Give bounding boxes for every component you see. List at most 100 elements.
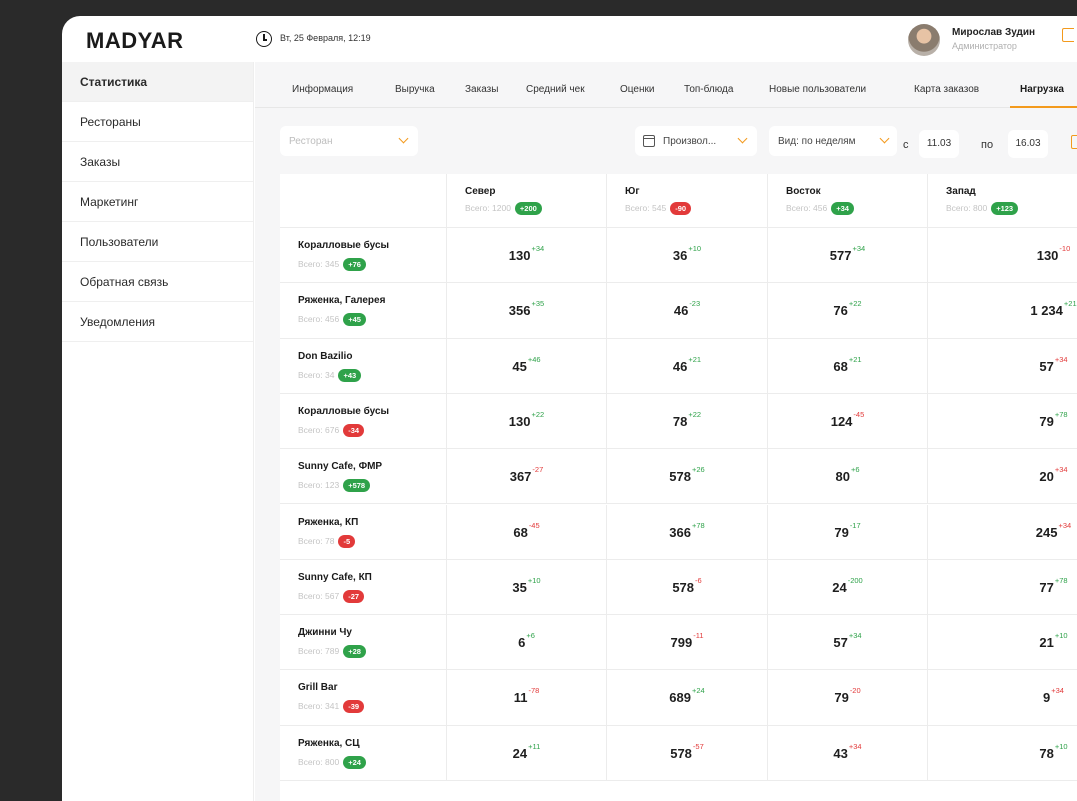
load-value-cell: 78+22 (607, 393, 768, 449)
load-delta: +22 (688, 409, 702, 419)
load-number: 57 (833, 635, 848, 651)
column-delta-badge: +123 (991, 202, 1019, 215)
load-delta: +21 (848, 354, 862, 364)
load-delta: +11 (528, 741, 541, 751)
sidebar-item-feedback[interactable]: Обратная связь (62, 262, 253, 302)
sidebar-item-restaurants[interactable]: Рестораны (62, 102, 253, 142)
tab-new-users[interactable]: Новые пользователи (769, 84, 866, 95)
load-value: 68+21 (768, 354, 927, 376)
view-select-value: Вид: по неделям (778, 136, 856, 147)
load-value-cell: 79+78 (928, 394, 1077, 448)
view-select[interactable]: Вид: по неделям (769, 126, 897, 156)
avatar[interactable] (908, 24, 940, 56)
load-value: 130+34 (447, 244, 606, 265)
load-number: 24 (832, 579, 847, 595)
column-total: Всего: 1200 +200 (465, 202, 542, 215)
load-value-cell: 46-23 (607, 283, 768, 338)
load-number: 124 (830, 413, 853, 429)
load-delta: -200 (847, 575, 863, 585)
logout-icon[interactable] (1062, 28, 1074, 42)
load-value-cell: 68+21 (768, 338, 928, 393)
load-value-cell: 57+34 (928, 339, 1077, 393)
load-value-cell: 356+35 (447, 283, 607, 338)
load-value-cell: 577+34 (768, 228, 928, 283)
column-name: Запад (946, 186, 976, 197)
sidebar-item-notifications[interactable]: Уведомления (62, 302, 253, 342)
load-value: 130-10 (928, 244, 1077, 265)
chevron-down-icon (398, 133, 409, 144)
restaurant-select-placeholder: Ресторан (289, 136, 333, 147)
tab-ratings[interactable]: Оценки (620, 84, 654, 95)
tab-order-map[interactable]: Карта заказов (914, 84, 979, 95)
restaurant-delta-badge: -34 (343, 423, 365, 437)
load-value: 79-20 (768, 686, 927, 707)
column-header: Запад Всего: 800 +123 (928, 174, 1077, 227)
load-number: 80 (835, 469, 850, 485)
load-delta: +34 (852, 244, 866, 253)
load-value: 245+34 (928, 521, 1077, 542)
load-value: 367-27 (447, 465, 606, 486)
load-delta: +78 (1054, 409, 1068, 419)
sidebar-item-orders[interactable]: Заказы (62, 142, 253, 182)
load-value-cell: 36+10 (607, 228, 768, 283)
tab-average-check[interactable]: Средний чек (526, 84, 585, 95)
load-delta: +6 (526, 631, 535, 641)
load-value-cell: 24+11 (447, 725, 607, 780)
load-number: 68 (513, 524, 528, 540)
tab-orders[interactable]: Заказы (465, 84, 498, 95)
calendar-picker-icon[interactable] (1071, 135, 1077, 149)
restaurant-name: Sunny Cafe, КП (298, 571, 372, 583)
load-value-cell: 79-17 (768, 504, 928, 559)
tab-top-dishes[interactable]: Топ-блюда (684, 84, 733, 95)
column-total: Всего: 545 -90 (625, 202, 692, 215)
restaurant-cell: Grill Bar Всего: 341 -39 (280, 670, 447, 725)
restaurant-total: Всего: 341 -39 (298, 700, 365, 714)
load-number: 46 (673, 303, 689, 319)
load-delta: +78 (691, 520, 705, 530)
tab-load[interactable]: Нагрузка (1020, 84, 1064, 95)
restaurant-name: Ряженка, КП (298, 516, 359, 528)
restaurant-cell: Ряженка, КП Всего: 78 -5 (280, 504, 447, 559)
column-delta-badge: +200 (514, 202, 542, 215)
load-value-cell: 130+22 (447, 393, 607, 449)
calendar-icon (643, 135, 655, 147)
load-value: 356+35 (447, 299, 606, 320)
table-row: Don Bazilio Всего: 34 +43 45+46 46+21 68+21 57… (280, 338, 1077, 394)
load-value: 21+10 (928, 631, 1077, 652)
load-value: 78+22 (607, 409, 767, 431)
load-number: 6 (518, 635, 526, 651)
column-name: Восток (786, 186, 821, 197)
sidebar-item-marketing[interactable]: Маркетинг (62, 182, 253, 222)
restaurant-name: Grill Bar (298, 682, 338, 694)
tab-revenue[interactable]: Выручка (395, 84, 435, 95)
table-row: Grill Bar Всего: 341 -39 11-78 689+24 79-20 9+… (280, 670, 1077, 726)
period-select[interactable]: Произвол... (635, 126, 757, 156)
sidebar: Статистика Рестораны Заказы Маркетинг По… (62, 62, 254, 801)
load-value-cell: 76+22 (768, 283, 928, 338)
top-header: MADYAR Вт, 25 Февраля, 12:19 Мирослав Зу… (62, 16, 1077, 64)
load-value-cell: 6+6 (447, 615, 607, 670)
load-delta: -17 (849, 520, 861, 530)
header-corner-cell (280, 174, 447, 227)
chevron-down-icon (737, 133, 748, 144)
load-value-cell: 245+34 (928, 505, 1077, 559)
load-delta: -20 (849, 686, 861, 696)
load-delta: +21 (688, 354, 702, 364)
load-value-cell: 79-20 (768, 670, 928, 725)
tab-bar: Информация Выручка Заказы Средний чек Оц… (255, 62, 1077, 108)
load-value: 11-78 (447, 686, 606, 707)
restaurant-delta-badge: +43 (338, 368, 362, 382)
load-value-cell: 68-45 (447, 504, 607, 559)
restaurant-cell: Коралловые бусы Всего: 345 +76 (280, 228, 447, 283)
restaurant-select[interactable]: Ресторан (280, 126, 418, 156)
load-delta: +26 (691, 465, 705, 475)
load-value: 35+10 (447, 576, 606, 597)
tab-info[interactable]: Информация (292, 84, 353, 95)
date-from-input[interactable]: 11.03 (919, 130, 959, 158)
sidebar-item-users[interactable]: Пользователи (62, 222, 253, 262)
sidebar-item-statistics[interactable]: Статистика (62, 62, 253, 102)
load-value: 9+34 (928, 686, 1077, 707)
date-to-input[interactable]: 16.03 (1008, 130, 1048, 158)
column-header: Север Всего: 1200 +200 (447, 174, 607, 227)
table-row: Ряженка, Галерея Всего: 456 +45 356+35 46-23… (280, 283, 1077, 339)
